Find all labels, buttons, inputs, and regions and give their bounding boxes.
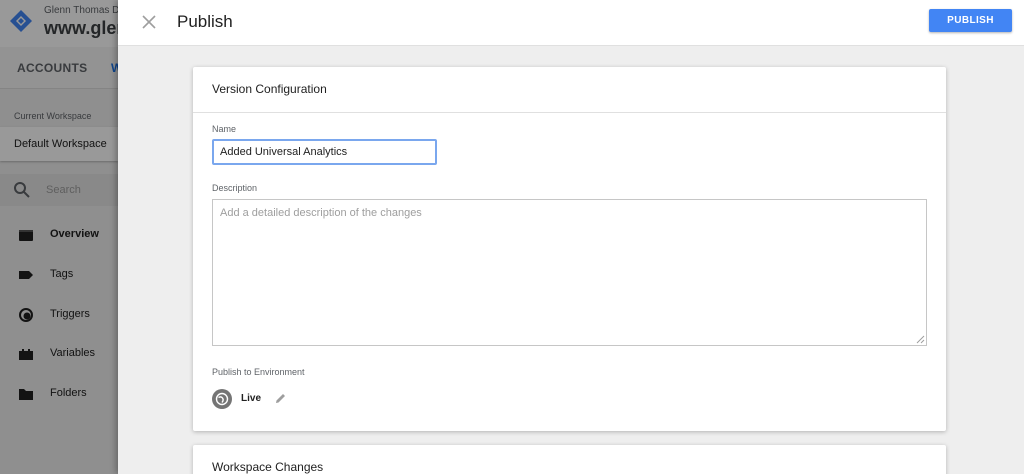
- card-title: Workspace Changes: [212, 460, 324, 474]
- environment-selector: Live: [212, 388, 332, 410]
- resize-handle-icon[interactable]: [916, 335, 925, 344]
- card-header: Version Configuration: [193, 67, 946, 113]
- card-title: Version Configuration: [212, 82, 327, 96]
- description-textarea[interactable]: [212, 199, 927, 346]
- workspace-changes-card: Workspace Changes: [193, 445, 946, 474]
- page-title: Publish: [177, 12, 233, 31]
- globe-icon: [212, 389, 232, 409]
- name-label: Name: [212, 124, 237, 134]
- environment-name: Live: [241, 393, 262, 404]
- version-configuration-card: Version Configuration Name Description P…: [193, 67, 946, 431]
- publish-button[interactable]: PUBLISH: [929, 9, 1012, 32]
- edit-pencil-icon[interactable]: [274, 392, 287, 405]
- close-icon[interactable]: [138, 11, 160, 33]
- description-label: Description: [212, 183, 258, 193]
- version-name-input[interactable]: [212, 139, 437, 165]
- environment-label: Publish to Environment: [212, 367, 305, 377]
- publish-header: Publish PUBLISH: [118, 0, 1024, 46]
- publish-panel: Publish PUBLISH Version Configuration Na…: [118, 0, 1024, 474]
